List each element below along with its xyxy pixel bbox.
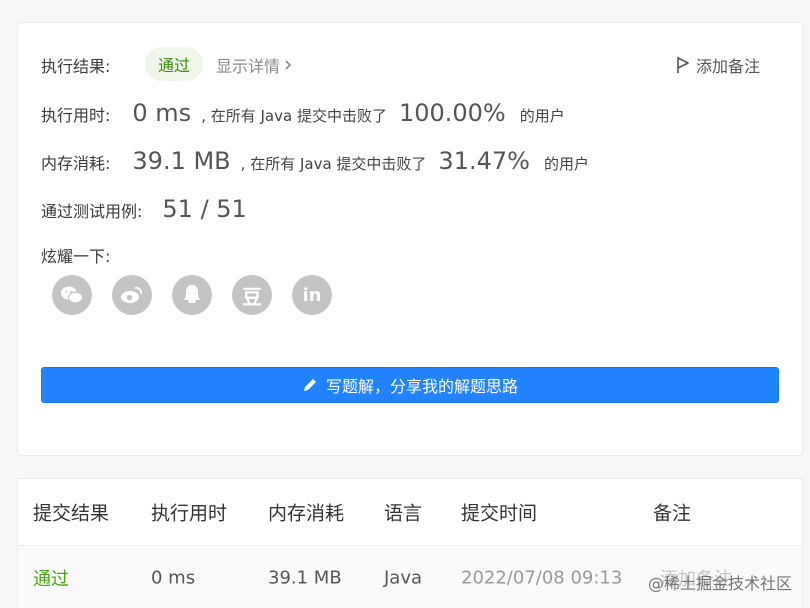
header-language: 语言 <box>384 502 423 525</box>
runtime-percent: 100.00% <box>398 99 506 127</box>
memory-value: 39.1 MB <box>132 147 231 175</box>
runtime-suffix: 的用户 <box>519 107 565 125</box>
pencil-icon <box>303 379 316 391</box>
tests-row: 通过测试用例: 51 / 51 <box>41 195 257 223</box>
row-language: Java <box>384 567 423 588</box>
header-runtime: 执行用时 <box>151 502 228 525</box>
row-runtime: 0 ms <box>151 567 196 588</box>
share-label-row: 炫耀一下: <box>41 243 110 267</box>
row-result[interactable]: 通过 <box>33 565 69 591</box>
watermark: @稀土掘金技术社区 <box>647 574 792 593</box>
add-note-label: 添加备注 <box>695 57 760 76</box>
result-status-badge: 通过 <box>145 47 203 81</box>
wechat-icon[interactable] <box>52 275 92 315</box>
header-time: 提交时间 <box>461 502 538 525</box>
header-note: 备注 <box>653 502 692 525</box>
linkedin-icon[interactable]: in <box>292 275 332 315</box>
weibo-icon[interactable] <box>112 275 152 315</box>
memory-row: 内存消耗: 39.1 MB , 在所有 Java 提交中击败了 31.47% 的… <box>41 147 589 175</box>
share-icons: 豆 in <box>52 275 332 315</box>
runtime-beat-text: , 在所有 Java 提交中击败了 <box>201 107 387 125</box>
submission-result-card: 执行结果: 通过 显示详情 添加备注 执行用时: 0 ms , 在所有 Java… <box>17 22 803 456</box>
show-details-link[interactable]: 显示详情 <box>216 53 292 77</box>
row-memory: 39.1 MB <box>268 567 342 588</box>
add-note-button[interactable]: 添加备注 <box>676 53 760 77</box>
share-label: 炫耀一下: <box>41 247 111 266</box>
memory-percent: 31.47% <box>438 147 530 175</box>
linkedin-glyph: in <box>302 284 322 306</box>
memory-suffix: 的用户 <box>543 155 589 173</box>
write-solution-button[interactable]: 写题解，分享我的解题思路 <box>41 367 779 403</box>
chevron-right-icon <box>285 60 292 70</box>
douban-icon[interactable]: 豆 <box>232 275 272 315</box>
header-result: 提交结果 <box>33 502 110 525</box>
show-details-label: 显示详情 <box>216 57 281 76</box>
runtime-row: 执行用时: 0 ms , 在所有 Java 提交中击败了 100.00% 的用户 <box>41 99 565 127</box>
table-header: 提交结果 执行用时 内存消耗 语言 提交时间 备注 <box>18 479 802 545</box>
tests-label: 通过测试用例: <box>41 202 143 221</box>
flag-icon <box>677 57 689 73</box>
memory-label: 内存消耗: <box>41 154 111 173</box>
runtime-value: 0 ms <box>132 99 192 127</box>
runtime-label: 执行用时: <box>41 106 111 125</box>
header-memory: 内存消耗 <box>268 502 345 525</box>
tests-value: 51 / 51 <box>162 195 247 223</box>
write-solution-label: 写题解，分享我的解题思路 <box>325 377 518 396</box>
result-label: 执行结果: <box>41 57 111 76</box>
douban-glyph: 豆 <box>242 284 262 309</box>
qq-icon[interactable] <box>172 275 212 315</box>
row-time: 2022/07/08 09:13 <box>461 567 623 588</box>
memory-beat-text: , 在所有 Java 提交中击败了 <box>240 155 427 173</box>
result-row: 执行结果: <box>41 53 110 77</box>
